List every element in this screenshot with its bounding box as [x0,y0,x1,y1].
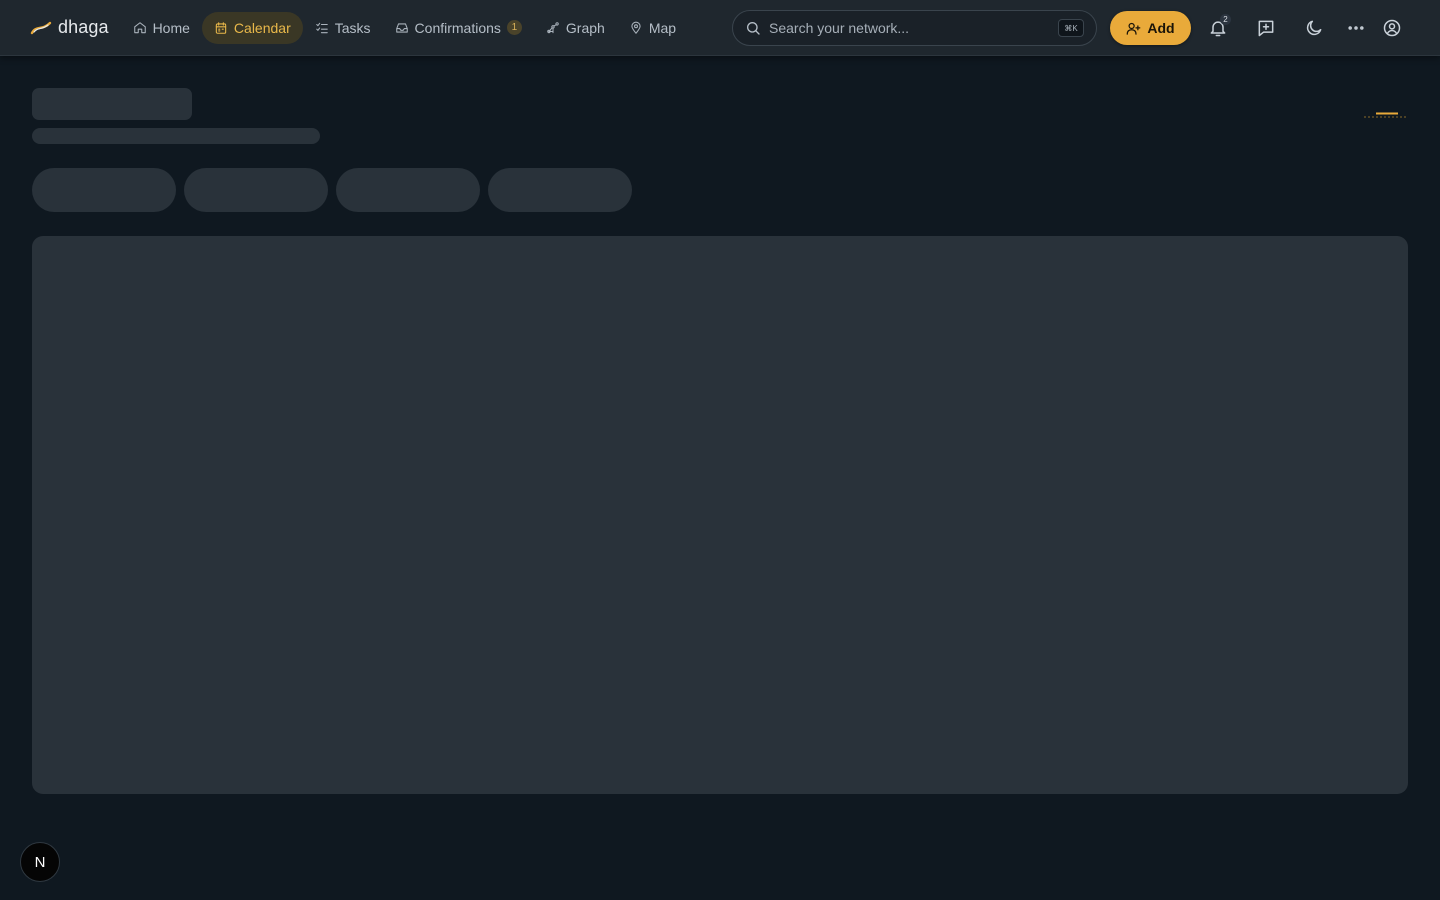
theme-toggle-button[interactable] [1298,12,1330,44]
top-navigation-bar: dhaga Home Calendar Tasks Confirmations … [0,0,1440,56]
filter-pill-skeleton [32,168,176,212]
search-input[interactable] [769,20,1058,36]
main-nav: Home Calendar Tasks Confirmations 1 Grap… [121,11,689,44]
confirmations-count-badge: 1 [506,20,522,35]
filter-pill-skeleton [184,168,328,212]
feedback-button[interactable] [1250,12,1282,44]
tasks-icon [315,22,328,33]
dev-tools-indicator[interactable]: N [20,842,60,882]
account-button[interactable] [1376,12,1408,44]
filter-pill-skeleton [488,168,632,212]
notifications-button[interactable]: 2 [1202,12,1234,44]
message-plus-icon [1258,20,1274,37]
notification-count-badge: 2 [1220,14,1231,25]
inbox-icon [395,22,408,33]
calendar-icon [215,21,227,34]
nav-home-label: Home [152,19,190,36]
brand-logo[interactable]: dhaga [30,12,109,44]
add-button-label: Add [1147,20,1175,36]
subtitle-skeleton [32,128,320,144]
add-contact-button[interactable]: Add [1110,11,1191,45]
search-bar[interactable]: ⌘K [732,10,1097,46]
nav-confirmations[interactable]: Confirmations 1 [383,12,534,44]
nav-home[interactable]: Home [121,12,202,44]
nav-confirmations-label: Confirmations [414,19,501,36]
home-icon [133,21,146,33]
calendar-panel-skeleton [32,236,1408,794]
nav-calendar-label: Calendar [233,19,291,36]
thread-logo-icon [30,21,52,34]
map-pin-icon [631,21,641,34]
loading-indicator [1364,112,1408,118]
search-icon [747,22,760,35]
ellipsis-icon [1348,26,1364,30]
more-options-button[interactable] [1340,12,1372,44]
nav-tasks[interactable]: Tasks [303,12,383,44]
brand-name: dhaga [58,17,109,37]
search-shortcut-hint: ⌘K [1058,19,1084,37]
user-circle-icon [1383,19,1401,37]
nav-map-label: Map [648,19,677,36]
moon-icon [1306,20,1322,36]
user-plus-icon [1127,22,1141,35]
nav-calendar[interactable]: Calendar [201,11,303,44]
nav-graph[interactable]: Graph [534,12,617,44]
nav-tasks-label: Tasks [334,19,371,36]
nav-graph-label: Graph [565,19,605,36]
title-skeleton [32,88,192,120]
filter-pill-skeleton [336,168,480,212]
graph-icon [547,21,559,33]
nav-map[interactable]: Map [617,12,688,44]
